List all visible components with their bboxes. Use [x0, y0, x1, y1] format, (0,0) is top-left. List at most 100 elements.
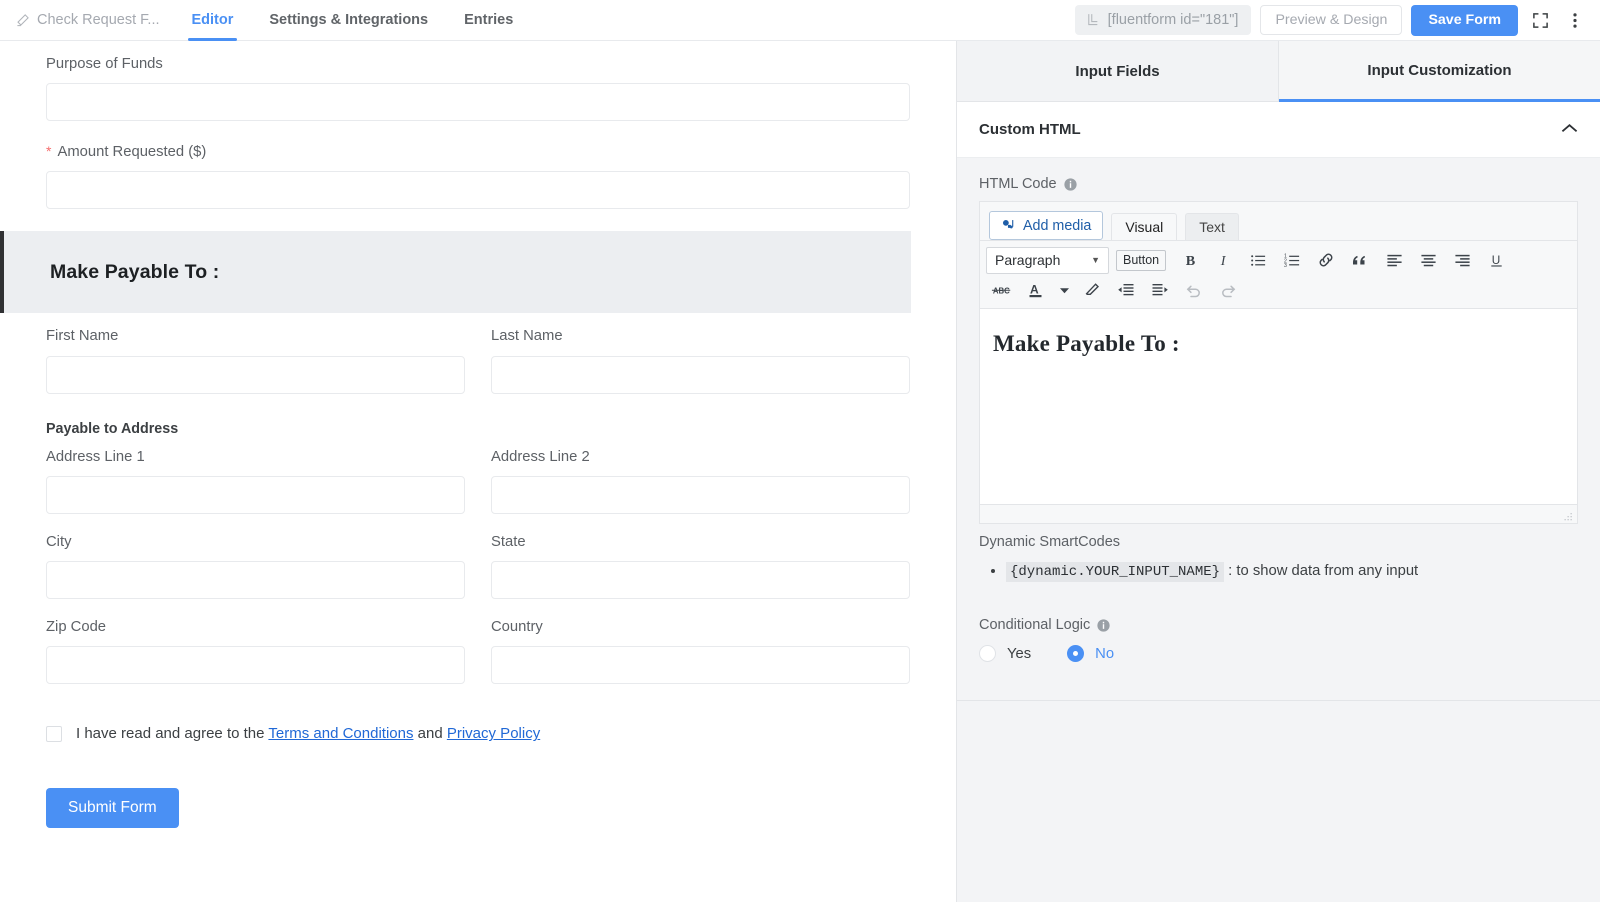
field-purpose-of-funds[interactable]: Purpose of Funds — [46, 55, 910, 122]
format-select[interactable]: Paragraph ▼ — [986, 246, 1109, 274]
radio-no-dot[interactable] — [1067, 645, 1085, 662]
increase-indent-icon[interactable] — [1144, 276, 1176, 304]
copy-shortcode-icon[interactable] — [1086, 13, 1099, 27]
svg-text:U: U — [1491, 252, 1500, 266]
field-amount-requested[interactable]: * Amount Requested ($) — [46, 142, 910, 210]
redo-icon[interactable] — [1212, 276, 1244, 304]
conditional-logic-radio-no[interactable]: No — [1067, 645, 1114, 662]
add-media-button[interactable]: Add media — [989, 211, 1104, 240]
text-color-caret-icon[interactable] — [1054, 276, 1074, 304]
form-canvas: Purpose of Funds * Amount Requested ($) M… — [0, 41, 956, 902]
submit-form-button[interactable]: Submit Form — [46, 788, 179, 829]
dynamic-smartcodes-list: {dynamic.YOUR_INPUT_NAME} : to show data… — [979, 560, 1578, 583]
resize-handle-icon[interactable] — [1563, 510, 1574, 521]
address-line-1-input[interactable] — [46, 475, 465, 514]
field-city[interactable]: City — [46, 533, 465, 600]
form-fields-wrapper: Purpose of Funds * Amount Requested ($) M… — [0, 55, 956, 829]
last-name-input[interactable] — [491, 355, 910, 394]
bold-icon[interactable]: B — [1174, 246, 1206, 274]
custom-html-block-heading: Make Payable To : — [50, 260, 220, 283]
radio-yes-label: Yes — [1007, 645, 1032, 662]
strikethrough-icon[interactable]: ABC — [986, 276, 1018, 304]
editor-tab-visual[interactable]: Visual — [1111, 213, 1178, 240]
address-line-2-input[interactable] — [491, 475, 910, 514]
clear-formatting-icon[interactable] — [1076, 276, 1108, 304]
info-icon[interactable] — [1064, 177, 1077, 191]
custom-html-section-header[interactable]: Custom HTML — [957, 102, 1600, 158]
amount-requested-input[interactable] — [46, 171, 910, 210]
terms-checkbox[interactable] — [46, 725, 62, 742]
zip-country-row: Zip Code Country — [46, 599, 910, 685]
tab-settings-integrations[interactable]: Settings & Integrations — [251, 0, 446, 41]
state-input[interactable] — [491, 561, 910, 600]
text-color-icon[interactable]: A — [1020, 276, 1052, 304]
panel-tab-input-customization[interactable]: Input Customization — [1279, 41, 1600, 102]
terms-and-conditions-link[interactable]: Terms and Conditions — [268, 725, 413, 742]
submit-form-label: Submit Form — [68, 799, 157, 817]
terms-agreement-row[interactable]: I have read and agree to the Terms and C… — [46, 725, 910, 742]
zip-code-input[interactable] — [46, 646, 465, 685]
info-icon[interactable] — [1097, 618, 1110, 632]
link-icon[interactable] — [1310, 246, 1342, 274]
button-shortcode-chip[interactable]: Button — [1116, 249, 1167, 271]
privacy-policy-link[interactable]: Privacy Policy — [447, 725, 540, 742]
decrease-indent-icon[interactable] — [1110, 276, 1142, 304]
panel-tab-input-fields-label: Input Fields — [1075, 62, 1160, 80]
radio-yes-dot[interactable] — [979, 645, 996, 662]
terms-prefix-text: I have read and agree to the — [76, 725, 265, 743]
zip-code-label: Zip Code — [46, 619, 107, 636]
tab-entries[interactable]: Entries — [446, 0, 531, 41]
city-input[interactable] — [46, 561, 465, 600]
bulleted-list-icon[interactable] — [1242, 246, 1274, 274]
align-left-icon[interactable] — [1378, 246, 1410, 274]
fullscreen-icon[interactable] — [1527, 5, 1553, 35]
selected-custom-html-block[interactable]: Make Payable To : — [0, 231, 911, 314]
field-address-line-2[interactable]: Address Line 2 — [491, 448, 910, 514]
custom-html-section-title: Custom HTML — [979, 121, 1081, 138]
undo-icon[interactable] — [1178, 276, 1210, 304]
blockquote-icon[interactable] — [1344, 246, 1376, 274]
field-country[interactable]: Country — [491, 618, 910, 685]
add-media-icon — [1001, 218, 1016, 233]
more-vertical-icon[interactable] — [1562, 5, 1588, 35]
align-center-icon[interactable] — [1412, 246, 1444, 274]
numbered-list-icon[interactable]: 1 2 3 — [1276, 246, 1308, 274]
conditional-logic-radio-yes[interactable]: Yes — [979, 645, 1031, 662]
first-name-input[interactable] — [46, 355, 465, 394]
save-form-button[interactable]: Save Form — [1411, 4, 1518, 36]
pencil-icon — [16, 13, 30, 27]
align-right-icon[interactable] — [1446, 246, 1478, 274]
editor-toolbar-row-1: Paragraph ▼ Button B I 1 2 3 U — [986, 246, 1571, 274]
smartcode-token: {dynamic.YOUR_INPUT_NAME} — [1006, 562, 1225, 582]
panel-empty-area — [957, 701, 1600, 902]
tab-editor-label: Editor — [191, 12, 234, 28]
editor-tab-visual-label: Visual — [1125, 219, 1164, 235]
italic-icon[interactable]: I — [1208, 246, 1240, 274]
button-chip-label: Button — [1123, 253, 1160, 267]
add-media-label: Add media — [1023, 217, 1092, 234]
editor-toolbar: Paragraph ▼ Button B I 1 2 3 U ABC A — [980, 240, 1577, 309]
field-first-name[interactable]: First Name — [46, 327, 465, 394]
editor-content-area[interactable]: Make Payable To : — [980, 309, 1577, 505]
preview-design-button[interactable]: Preview & Design — [1260, 5, 1403, 35]
panel-tab-input-fields[interactable]: Input Fields — [957, 41, 1279, 102]
smartcode-description: : to show data from any input — [1228, 563, 1419, 579]
state-label: State — [491, 533, 526, 550]
shortcode-field[interactable]: [fluentform id="181"] — [1074, 5, 1252, 35]
field-state[interactable]: State — [491, 533, 910, 600]
tab-editor[interactable]: Editor — [174, 0, 252, 41]
editor-tab-text[interactable]: Text — [1185, 213, 1239, 240]
country-input[interactable] — [491, 646, 910, 685]
underline-icon[interactable]: U — [1480, 246, 1512, 274]
header-left-group: Check Request F... Editor Settings & Int… — [0, 0, 531, 41]
field-last-name[interactable]: Last Name — [491, 327, 910, 394]
chevron-down-icon: ▼ — [1091, 255, 1100, 265]
form-title[interactable]: Check Request F... — [0, 12, 174, 28]
country-label: Country — [491, 619, 543, 636]
form-title-text: Check Request F... — [37, 12, 160, 28]
field-address-line-1[interactable]: Address Line 1 — [46, 448, 465, 514]
panel-tabs: Input Fields Input Customization — [957, 41, 1600, 102]
chevron-up-icon[interactable] — [1561, 121, 1578, 138]
field-zip-code[interactable]: Zip Code — [46, 618, 465, 685]
purpose-of-funds-input[interactable] — [46, 83, 910, 122]
